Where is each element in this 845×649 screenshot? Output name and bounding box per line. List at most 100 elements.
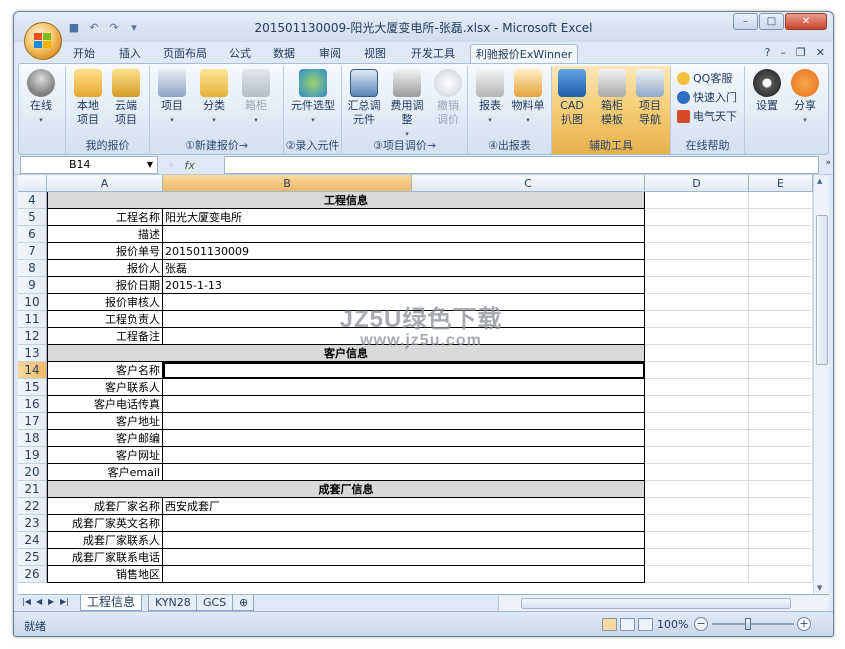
office-button[interactable] — [24, 22, 62, 60]
local-project-button[interactable]: 本地 项目 — [70, 69, 106, 127]
minimize-button[interactable]: – — [733, 13, 758, 30]
field-label-cell[interactable]: 销售地区 — [47, 566, 163, 583]
row-header[interactable]: 25 — [18, 549, 47, 566]
page-layout-view-icon[interactable] — [620, 618, 635, 631]
next-sheet-icon[interactable]: ▶ — [48, 597, 54, 606]
field-label-cell[interactable]: 成套厂家联系电话 — [47, 549, 163, 566]
insert-sheet-icon[interactable]: ⊕ — [232, 595, 254, 611]
horizontal-scrollbar[interactable] — [498, 596, 829, 611]
field-label-cell[interactable]: 成套厂家联系人 — [47, 532, 163, 549]
tab-exwinner[interactable]: 利驰报价ExWinner — [470, 44, 578, 64]
field-label-cell[interactable]: 成套厂家英文名称 — [47, 515, 163, 532]
field-value-cell[interactable] — [163, 447, 645, 464]
cancel-formula-icon[interactable]: ◦ — [168, 159, 175, 172]
online-button[interactable]: 在线 ▾ — [23, 69, 59, 127]
row-header[interactable]: 16 — [18, 396, 47, 413]
tab-page-layout[interactable]: 页面布局 — [154, 44, 216, 64]
tab-developer[interactable]: 开发工具 — [402, 44, 464, 64]
page-break-view-icon[interactable] — [638, 618, 653, 631]
row-header[interactable]: 19 — [18, 447, 47, 464]
zoom-level[interactable]: 100% — [657, 618, 688, 631]
qq-support-button[interactable]: QQ客服 — [677, 69, 732, 87]
last-sheet-icon[interactable]: ▶| — [60, 597, 69, 606]
name-box[interactable]: B14 ▼ — [20, 156, 158, 174]
close-button[interactable]: ✕ — [785, 13, 827, 30]
row-header[interactable]: 4 — [18, 192, 47, 209]
first-sheet-icon[interactable]: |◀ — [22, 597, 31, 606]
scroll-up-icon[interactable]: ▲ — [817, 177, 822, 185]
zoom-out-icon[interactable]: − — [694, 617, 708, 631]
normal-view-icon[interactable] — [602, 618, 617, 631]
tab-insert[interactable]: 插入 — [110, 44, 150, 64]
row-header[interactable]: 20 — [18, 464, 47, 481]
row-header[interactable]: 8 — [18, 260, 47, 277]
row-header[interactable]: 14 — [18, 362, 47, 379]
field-label-cell[interactable]: 客户网址 — [47, 447, 163, 464]
field-label-cell[interactable]: 工程负责人 — [47, 311, 163, 328]
row-header[interactable]: 23 — [18, 515, 47, 532]
field-value-cell[interactable] — [163, 226, 645, 243]
column-header[interactable]: C — [412, 175, 645, 192]
section-header[interactable]: 客户信息 — [47, 345, 645, 362]
sheet-tab-info[interactable]: 工程信息 — [80, 595, 143, 611]
field-value-cell[interactable] — [163, 396, 645, 413]
row-header[interactable]: 12 — [18, 328, 47, 345]
field-value-cell[interactable] — [163, 362, 645, 379]
fee-adjust-button[interactable]: 费用调整 ▾ — [386, 69, 428, 141]
prev-sheet-icon[interactable]: ◀ — [36, 597, 42, 606]
vertical-scrollbar[interactable]: ▲ ▼ — [813, 175, 829, 594]
field-label-cell[interactable]: 客户电话传真 — [47, 396, 163, 413]
project-button[interactable]: 项目 ▾ — [154, 69, 190, 127]
field-value-cell[interactable] — [163, 515, 645, 532]
column-header[interactable]: B — [163, 175, 412, 192]
row-header[interactable]: 6 — [18, 226, 47, 243]
ribbon-close-icon[interactable]: ✕ — [816, 46, 825, 59]
field-value-cell[interactable] — [163, 532, 645, 549]
hscroll-thumb[interactable] — [521, 598, 791, 609]
scroll-down-icon[interactable]: ▼ — [817, 584, 822, 592]
zoom-in-icon[interactable]: + — [797, 617, 811, 631]
row-header[interactable]: 26 — [18, 566, 47, 583]
bom-button[interactable]: 物料单 ▾ — [510, 69, 546, 127]
report-button[interactable]: 报表 ▾ — [472, 69, 508, 127]
field-label-cell[interactable]: 报价日期 — [47, 277, 163, 294]
field-value-cell[interactable] — [163, 379, 645, 396]
fx-icon[interactable]: fx — [185, 159, 195, 172]
column-header[interactable]: A — [47, 175, 163, 192]
elec-world-button[interactable]: 电气天下 — [677, 107, 737, 125]
field-label-cell[interactable]: 客户邮编 — [47, 430, 163, 447]
column-header[interactable]: D — [645, 175, 749, 192]
cabinet-button[interactable]: 箱柜 ▾ — [238, 69, 274, 127]
row-header[interactable]: 15 — [18, 379, 47, 396]
expand-formula-icon[interactable]: » — [825, 158, 831, 168]
field-value-cell[interactable] — [163, 311, 645, 328]
field-value-cell[interactable] — [163, 294, 645, 311]
field-label-cell[interactable]: 客户联系人 — [47, 379, 163, 396]
quick-start-button[interactable]: 快速入门 — [677, 88, 737, 106]
tab-formulas[interactable]: 公式 — [220, 44, 260, 64]
tab-view[interactable]: 视图 — [355, 44, 395, 64]
field-value-cell[interactable] — [163, 464, 645, 481]
row-header[interactable]: 17 — [18, 413, 47, 430]
row-header[interactable]: 21 — [18, 481, 47, 498]
row-header[interactable]: 5 — [18, 209, 47, 226]
field-label-cell[interactable]: 报价审核人 — [47, 294, 163, 311]
tab-data[interactable]: 数据 — [264, 44, 304, 64]
field-label-cell[interactable]: 客户email — [47, 464, 163, 481]
classify-button[interactable]: 分类 ▾ — [196, 69, 232, 127]
worksheet-grid[interactable]: A B C D E 4 工程信息 5 工程名称 阳光大厦变电所 6 描述 7 报价单号 2015011300… — [18, 175, 813, 594]
share-button[interactable]: 分享 ▾ — [787, 69, 823, 127]
section-header[interactable]: 成套厂信息 — [47, 481, 645, 498]
field-label-cell[interactable]: 描述 — [47, 226, 163, 243]
section-header[interactable]: 工程信息 — [47, 192, 645, 209]
field-value-cell[interactable] — [163, 549, 645, 566]
field-value-cell[interactable] — [163, 413, 645, 430]
column-header[interactable]: E — [749, 175, 813, 192]
row-header[interactable]: 18 — [18, 430, 47, 447]
field-value-cell[interactable]: 张磊 — [163, 260, 645, 277]
tab-review[interactable]: 审阅 — [310, 44, 350, 64]
field-value-cell[interactable] — [163, 566, 645, 583]
field-value-cell[interactable]: 201501130009 — [163, 243, 645, 260]
row-header[interactable]: 13 — [18, 345, 47, 362]
chevron-down-icon[interactable]: ▼ — [147, 157, 153, 173]
